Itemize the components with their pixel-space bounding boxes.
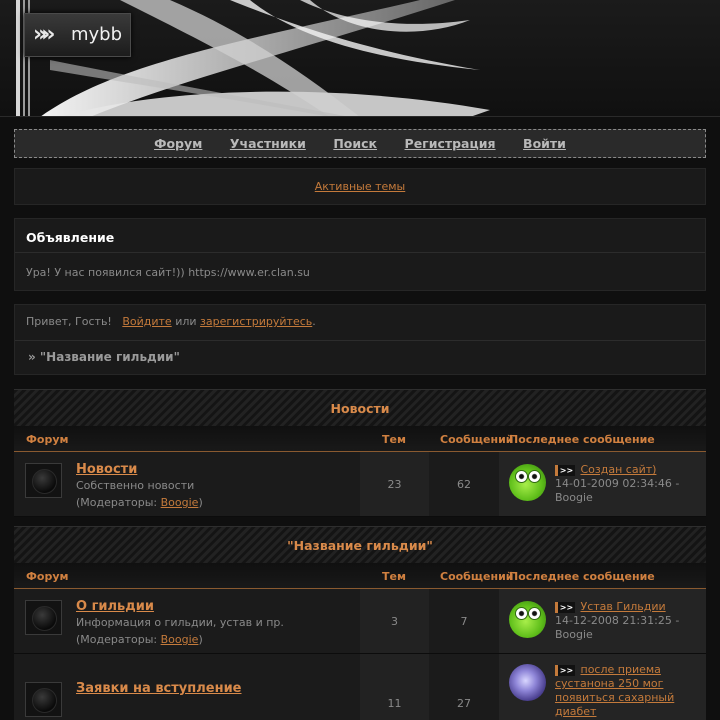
nav-login[interactable]: Войти (523, 136, 566, 151)
category-title[interactable]: "Название гильдии" (14, 526, 706, 563)
topics-count: 3 (391, 615, 398, 628)
forum-row: О гильдии Информация о гильдии, устав и … (14, 589, 706, 654)
login-link[interactable]: Войдите (122, 315, 171, 328)
announcement-text: Ура! У нас появился сайт!)) https://www.… (26, 266, 310, 279)
category-guild: "Название гильдии" Форум Тем Сообщений П… (14, 526, 706, 720)
last-post-info: >> Создан сайт) 14-01-2009 02:34:46 - Bo… (555, 463, 703, 505)
forum-status-icon (25, 600, 62, 635)
period-text: . (312, 315, 316, 328)
moderator-link[interactable]: Boogie (161, 633, 199, 646)
logo-text: mybb (71, 24, 123, 45)
forum-link[interactable]: О гильдии (76, 599, 154, 614)
welcome-box: Привет, Гость! Войдите или зарегистрируй… (14, 304, 706, 375)
col-last-post: Последнее сообщение (509, 433, 655, 446)
welcome-line: Привет, Гость! Войдите или зарегистрируй… (26, 315, 316, 328)
nav-forum[interactable]: Форум (154, 136, 202, 151)
register-link[interactable]: зарегистрируйтесь (200, 315, 312, 328)
nav-members[interactable]: Участники (230, 136, 306, 151)
breadcrumb: » "Название гильдии" (28, 350, 180, 364)
forum-row: Заявки на вступление 11 27 >> после прие… (14, 654, 706, 720)
posts-count: 7 (460, 615, 468, 628)
double-chevron-icon: »» (33, 22, 56, 47)
go-to-post-icon[interactable]: >> (555, 601, 575, 613)
avatar[interactable] (509, 464, 546, 501)
greeting-text: Привет, Гость! (26, 315, 112, 328)
forum-row: Новости Собственно новости (Модераторы: … (14, 452, 706, 517)
forum-link[interactable]: Новости (76, 462, 137, 477)
col-forum: Форум (26, 570, 69, 583)
topics-count: 23 (387, 478, 402, 491)
nav-register[interactable]: Регистрация (405, 136, 496, 151)
go-to-post-icon[interactable]: >> (555, 664, 575, 676)
col-forum: Форум (26, 433, 69, 446)
last-post-info: >> Устав Гильдии 14-12-2008 21:31:25 - B… (555, 600, 703, 642)
divider (15, 340, 705, 341)
col-posts: Сообщений (440, 433, 514, 446)
column-header-row: Форум Тем Сообщений Последнее сообщение (14, 563, 706, 589)
category-title[interactable]: Новости (14, 389, 706, 426)
forum-moderators: (Модераторы: Boogie) (76, 496, 203, 509)
or-text: или (175, 315, 197, 328)
topics-count: 11 (387, 697, 402, 710)
col-topics: Тем (382, 570, 406, 583)
category-news: Новости Форум Тем Сообщений Последнее со… (14, 389, 706, 517)
col-posts: Сообщений (440, 570, 514, 583)
last-post-meta: 14-01-2009 02:34:46 - Boogie (555, 477, 680, 504)
last-post-meta: 14-12-2008 21:31:25 - Boogie (555, 614, 680, 641)
forum-description: Собственно новости (76, 479, 195, 492)
forum-status-icon (25, 682, 62, 717)
forum-link[interactable]: Заявки на вступление (76, 681, 242, 696)
announcement-box: Объявление Ура! У нас появился сайт!)) h… (14, 218, 706, 291)
forum-description: Информация о гильдии, устав и пр. (76, 616, 284, 629)
col-topics: Тем (382, 433, 406, 446)
posts-count: 27 (457, 697, 471, 710)
nav-search[interactable]: Поиск (333, 136, 377, 151)
posts-count: 62 (457, 478, 471, 491)
column-header-row: Форум Тем Сообщений Последнее сообщение (14, 426, 706, 452)
announcement-title: Объявление (26, 230, 115, 245)
go-to-post-icon[interactable]: >> (555, 464, 575, 476)
last-post-link[interactable]: Создан сайт) (581, 463, 657, 476)
site-header: »» mybb (0, 0, 720, 117)
avatar[interactable] (509, 664, 546, 701)
moderator-link[interactable]: Boogie (161, 496, 199, 509)
last-post-link[interactable]: Устав Гильдии (581, 600, 666, 613)
col-last-post: Последнее сообщение (509, 570, 655, 583)
last-post-info: >> после приема сустанона 250 мог появит… (555, 663, 703, 719)
forum-moderators: (Модераторы: Boogie) (76, 633, 203, 646)
active-topics-box: Активные темы (14, 168, 706, 205)
active-topics-link[interactable]: Активные темы (315, 180, 406, 193)
avatar[interactable] (509, 601, 546, 638)
divider (15, 252, 705, 253)
main-nav: Форум Участники Поиск Регистрация Войти (14, 129, 706, 158)
site-logo[interactable]: »» mybb (24, 13, 131, 57)
forum-status-icon (25, 463, 62, 498)
